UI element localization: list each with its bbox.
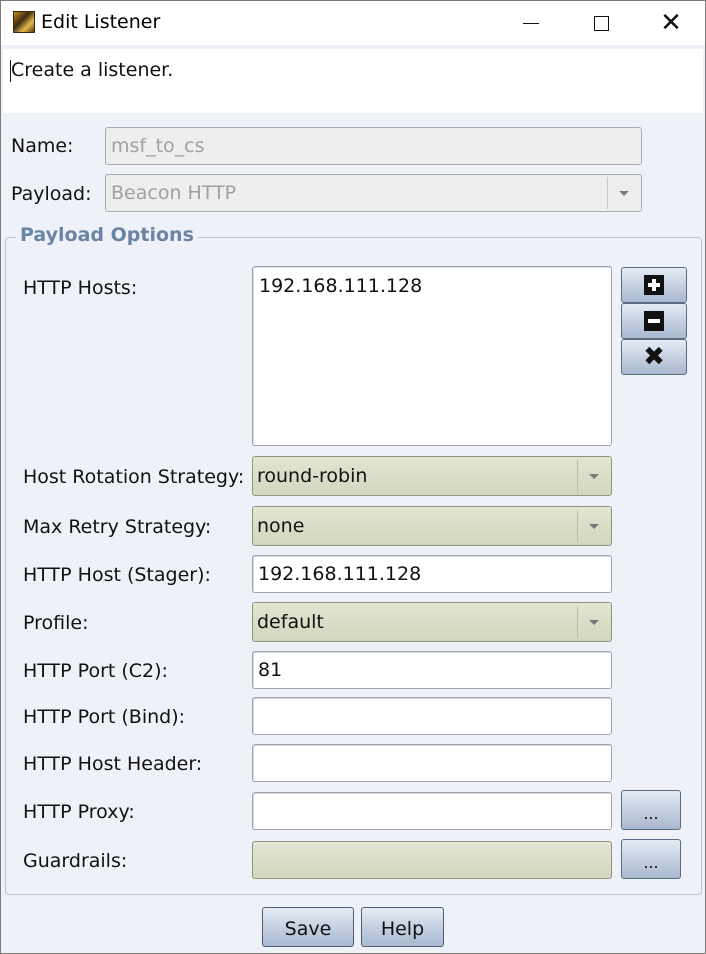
payload-label: Payload:: [11, 183, 92, 205]
port-c2-input[interactable]: 81: [252, 651, 612, 689]
payload-options-title: Payload Options: [16, 224, 198, 246]
stager-host-label: HTTP Host (Stager):: [23, 564, 211, 586]
chevron-down-icon[interactable]: [577, 460, 609, 492]
name-label: Name:: [11, 135, 74, 157]
host-rotation-select[interactable]: round-robin: [252, 456, 612, 496]
max-retry-label: Max Retry Strategy:: [23, 516, 212, 538]
profile-label: Profile:: [23, 612, 89, 634]
proxy-label: HTTP Proxy:: [23, 801, 135, 823]
name-field[interactable]: msf_to_cs: [105, 127, 642, 165]
port-bind-label: HTTP Port (Bind):: [23, 706, 186, 728]
minimize-icon: [523, 22, 539, 24]
window-title: Edit Listener: [41, 11, 161, 33]
clear-icon: ✖: [643, 342, 665, 372]
port-c2-label: HTTP Port (C2):: [23, 660, 168, 682]
close-button[interactable]: ✕: [636, 1, 706, 45]
port-bind-input[interactable]: [252, 697, 612, 735]
remove-icon: [644, 311, 664, 331]
app-icon: [13, 11, 35, 33]
chevron-down-icon[interactable]: [577, 510, 609, 542]
help-button[interactable]: Help: [361, 907, 444, 947]
proxy-input[interactable]: [252, 792, 612, 830]
payload-value: Beacon HTTP: [111, 182, 237, 204]
profile-select[interactable]: default: [252, 602, 612, 642]
host-header-input[interactable]: [252, 744, 612, 782]
http-hosts-list[interactable]: 192.168.111.128: [252, 266, 612, 446]
port-c2-value: 81: [258, 659, 283, 681]
add-host-button[interactable]: [621, 267, 687, 303]
guardrails-label: Guardrails:: [23, 850, 128, 872]
maximize-button[interactable]: [566, 1, 636, 45]
close-icon: ✕: [660, 8, 682, 38]
name-value: msf_to_cs: [111, 135, 205, 157]
host-rotation-label: Host Rotation Strategy:: [23, 466, 245, 488]
maximize-icon: [593, 15, 609, 31]
chevron-down-icon[interactable]: [607, 177, 639, 209]
host-rotation-value: round-robin: [257, 465, 368, 487]
remove-host-button[interactable]: [621, 303, 687, 339]
chevron-down-icon[interactable]: [577, 606, 609, 638]
description-text: Create a listener.: [9, 59, 174, 82]
http-hosts-label: HTTP Hosts:: [23, 277, 138, 299]
list-item[interactable]: 192.168.111.128: [259, 275, 605, 297]
max-retry-select[interactable]: none: [252, 506, 612, 546]
edit-listener-window: Edit Listener ✕ Create a listener. Name:…: [0, 0, 706, 954]
stager-host-input[interactable]: 192.168.111.128: [252, 555, 612, 593]
title-bar: Edit Listener ✕: [1, 1, 705, 45]
stager-host-value: 192.168.111.128: [258, 563, 422, 585]
profile-value: default: [257, 611, 324, 633]
host-header-label: HTTP Host Header:: [23, 753, 203, 775]
add-icon: [644, 275, 664, 295]
clear-hosts-button[interactable]: ✖: [621, 339, 687, 375]
save-button[interactable]: Save: [262, 907, 354, 947]
proxy-config-button[interactable]: ...: [621, 790, 681, 830]
guardrails-field[interactable]: [252, 841, 612, 879]
max-retry-value: none: [257, 515, 305, 537]
description-area: Create a listener.: [3, 49, 703, 113]
guardrails-config-button[interactable]: ...: [621, 839, 681, 879]
minimize-button[interactable]: [496, 1, 566, 45]
payload-select[interactable]: Beacon HTTP: [105, 174, 642, 212]
